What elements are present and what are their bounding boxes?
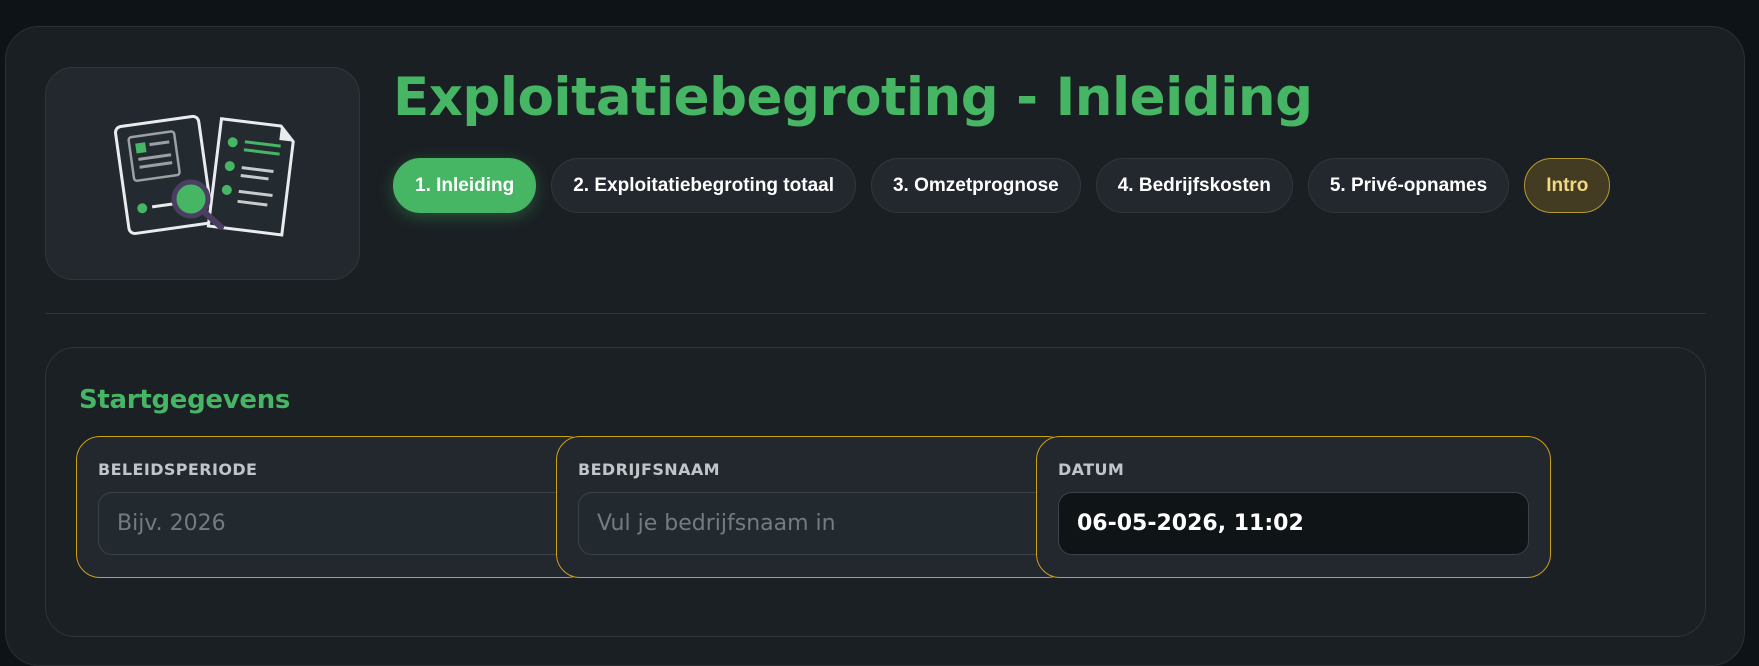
step-tabs: 1. Inleiding 2. Exploitatiebegroting tot… [393,158,1611,213]
divider [45,313,1706,314]
tab-intro[interactable]: Intro [1524,158,1611,213]
tab-bedrijfskosten[interactable]: 4. Bedrijfskosten [1095,158,1293,213]
tab-prive-opnames[interactable]: 5. Privé-opnames [1307,158,1510,213]
beleidsperiode-field: BELEIDSPERIODE [76,436,591,578]
bedrijfsnaam-label: BEDRIJFSNAAM [578,460,720,479]
tab-exploitatiebegroting-totaal[interactable]: 2. Exploitatiebegroting totaal [551,158,856,213]
logo-box [45,67,360,280]
tab-inleiding[interactable]: 1. Inleiding [393,158,537,213]
startgegevens-section: Startgegevens BELEIDSPERIODE BEDRIJFSNAA… [45,347,1706,637]
tab-omzetprognose[interactable]: 3. Omzetprognose [870,158,1081,213]
beleidsperiode-input[interactable] [98,492,569,555]
datum-field: DATUM [1036,436,1551,578]
documents-magnifier-icon [113,114,295,237]
section-title: Startgegevens [79,385,291,415]
datum-label: DATUM [1058,460,1125,479]
bedrijfsnaam-input[interactable] [578,492,1049,555]
app-card: Exploitatiebegroting - Inleiding 1. Inle… [5,26,1745,666]
beleidsperiode-label: BELEIDSPERIODE [98,460,258,479]
page-title: Exploitatiebegroting - Inleiding [393,67,1313,128]
bedrijfsnaam-field: BEDRIJFSNAAM [556,436,1071,578]
datum-input[interactable] [1058,492,1529,555]
